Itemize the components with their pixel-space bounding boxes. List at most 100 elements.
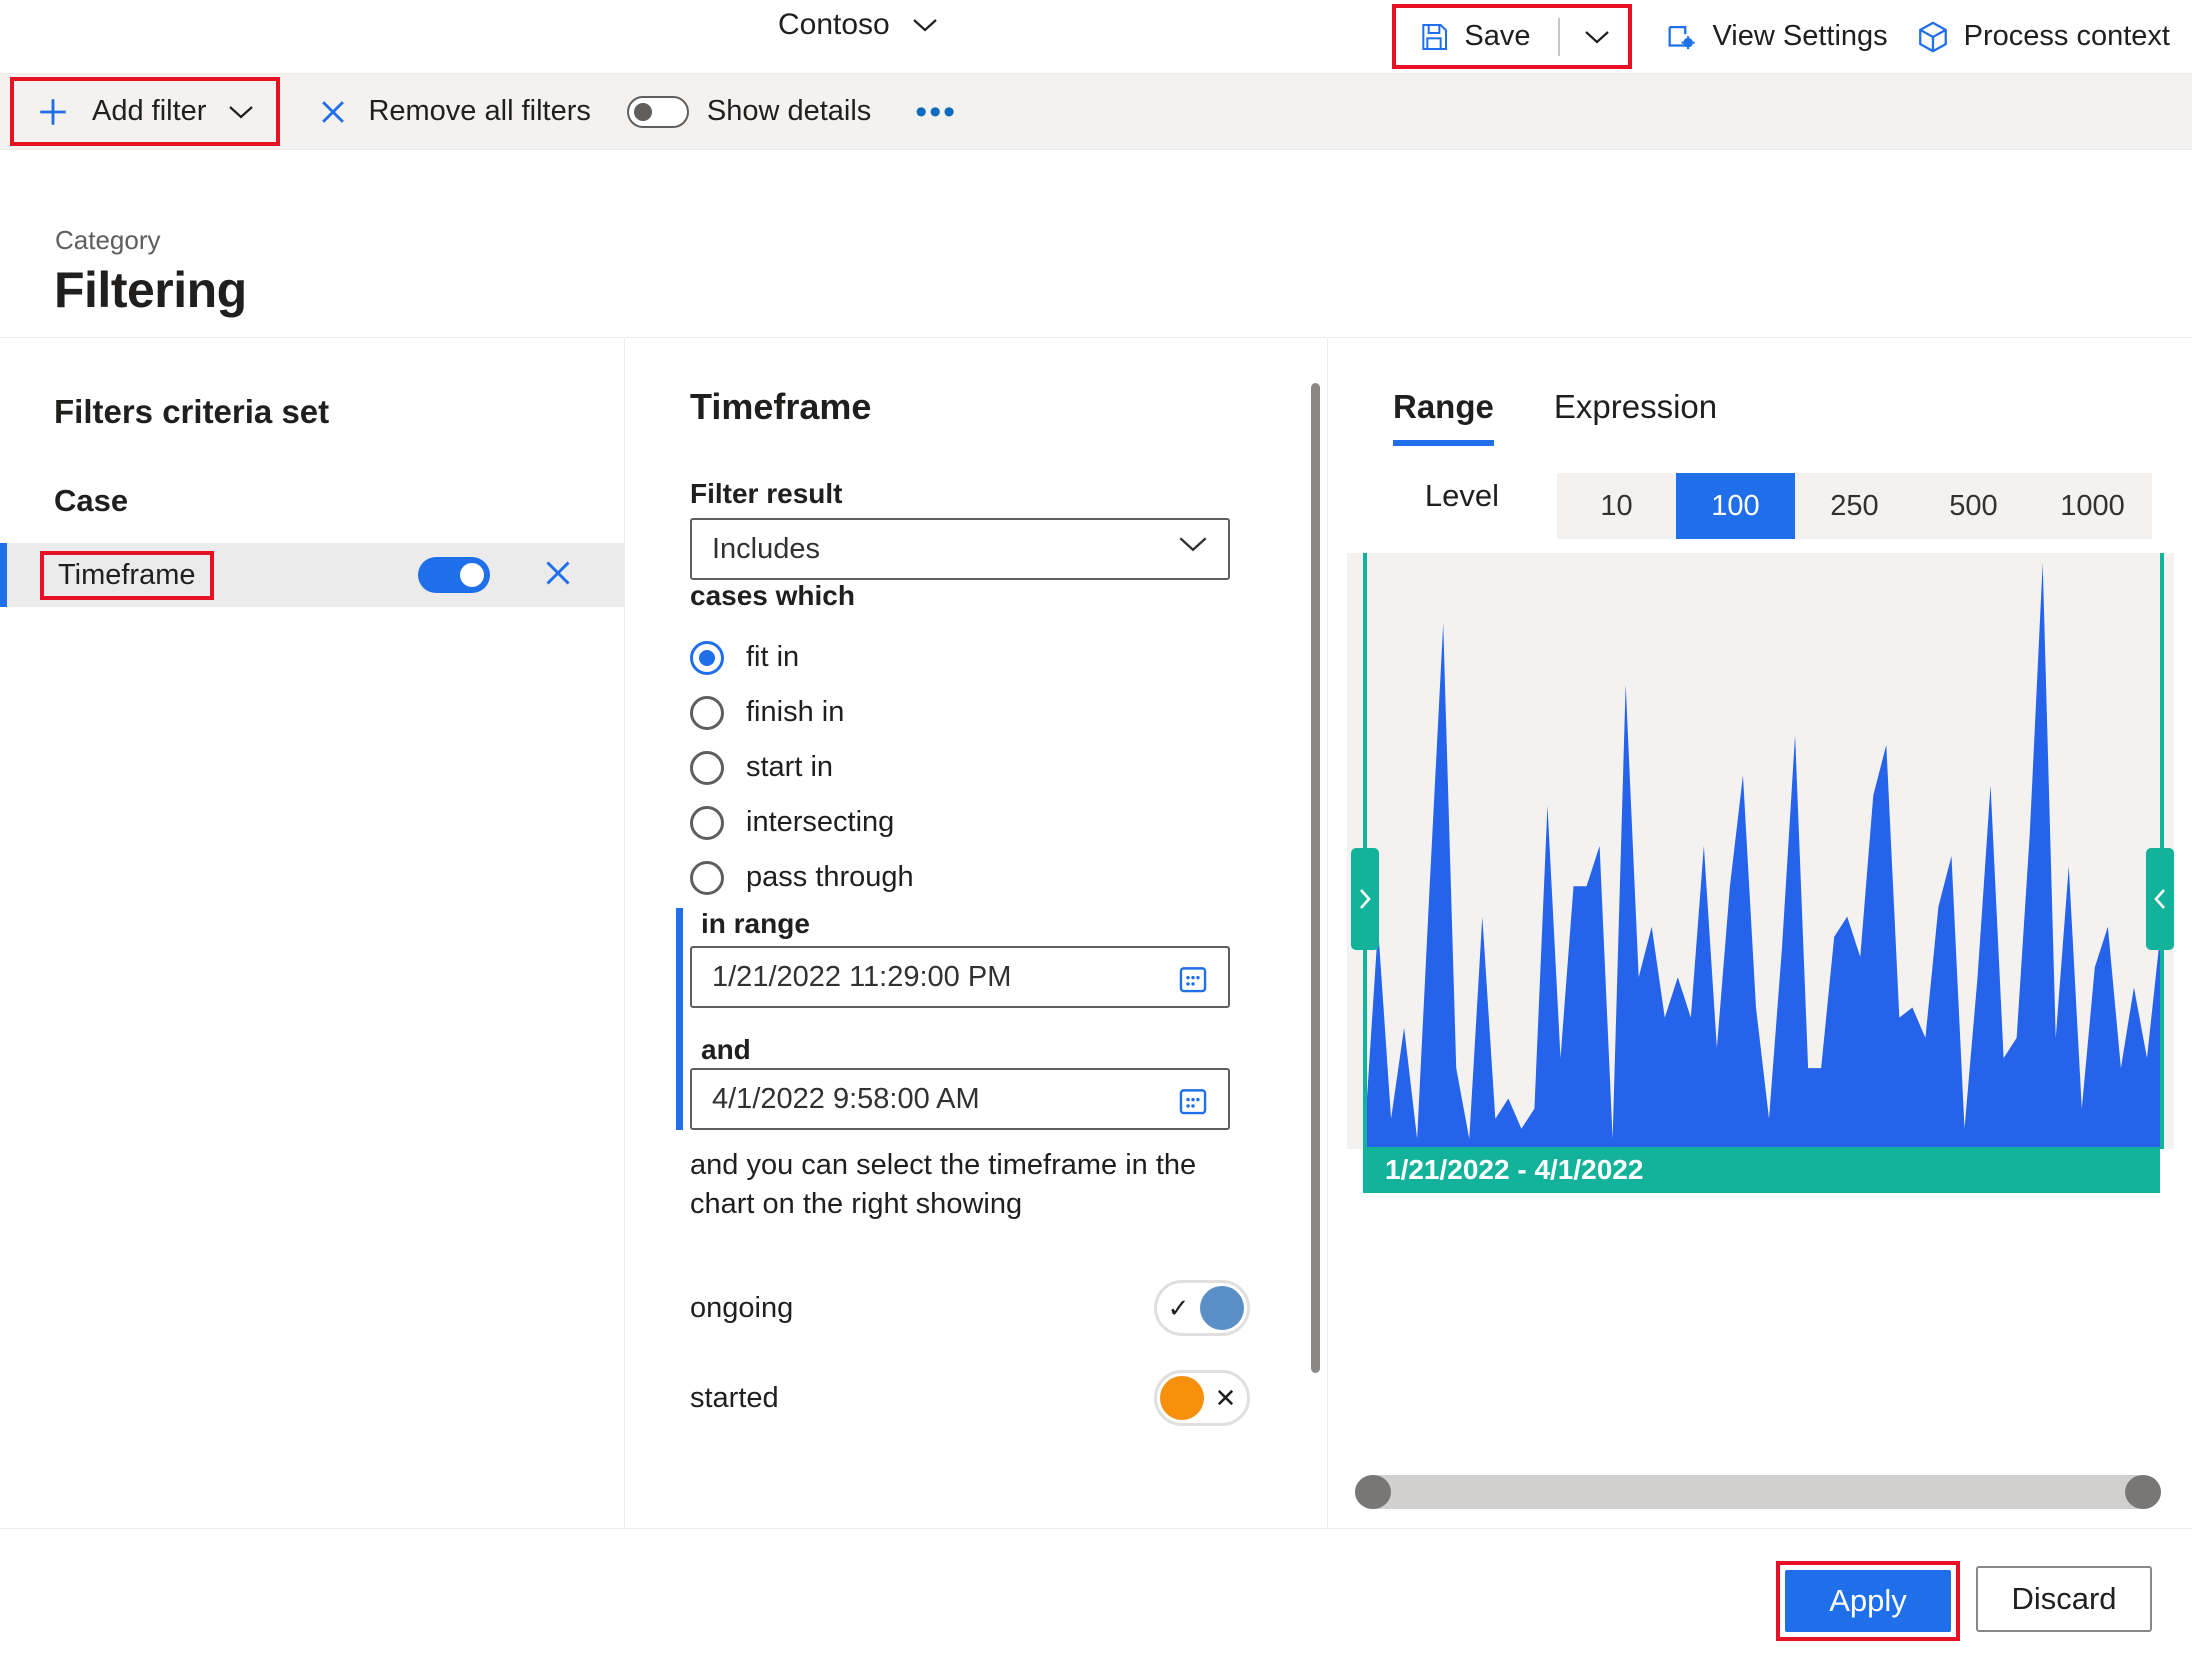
scrollbar-thumb-right[interactable]: [2125, 1475, 2161, 1509]
save-dropdown-button[interactable]: [1574, 21, 1620, 53]
chart-horizontal-scrollbar[interactable]: [1355, 1475, 2161, 1509]
range-panel: Range Expression Level 10 100 250 500 10…: [1329, 338, 2192, 1528]
remove-all-filters-button[interactable]: Remove all filters: [316, 95, 591, 129]
scrollbar-thumb-left[interactable]: [1355, 1475, 1391, 1509]
cases-which-label: cases which: [690, 580, 855, 611]
radio-option-start-in[interactable]: start in: [690, 740, 914, 795]
tab-range[interactable]: Range: [1393, 388, 1494, 446]
started-toggle-knob: [1160, 1376, 1204, 1420]
selection-range-label: 1/21/2022 - 4/1/2022: [1385, 1154, 1644, 1185]
radio-button[interactable]: [690, 750, 724, 785]
and-label: and: [701, 1034, 751, 1065]
radio-button[interactable]: [690, 640, 724, 675]
radio-button[interactable]: [690, 695, 724, 730]
ongoing-include-toggle[interactable]: ✓: [1154, 1280, 1250, 1336]
command-bar: Add filter Remove all filters Show detai…: [0, 73, 2192, 150]
add-filter-button[interactable]: Add filter: [10, 77, 281, 146]
range-panel-tabs: Range Expression: [1393, 388, 1717, 446]
view-settings-icon: [1664, 20, 1698, 54]
radio-option-fit-in[interactable]: fit in: [690, 630, 914, 685]
filters-panel: Filters criteria set Case Timeframe: [0, 338, 625, 1528]
range-end-input[interactable]: 4/1/2022 9:58:00 AM: [690, 1068, 1230, 1130]
radio-option-finish-in[interactable]: finish in: [690, 685, 914, 740]
discard-button[interactable]: Discard: [1976, 1566, 2152, 1632]
level-selector: 10 100 250 500 1000: [1557, 473, 2152, 539]
range-handle-left[interactable]: [1351, 848, 1379, 950]
ellipsis-icon: •••: [915, 92, 958, 131]
show-details-toggle[interactable]: [626, 95, 689, 128]
ongoing-toggle-knob: [1200, 1286, 1244, 1330]
chart-area-series: [1365, 563, 2160, 1149]
filter-result-value: Includes: [712, 532, 821, 565]
view-settings-label: View Settings: [1712, 20, 1888, 52]
radio-label: start in: [746, 751, 834, 783]
save-button[interactable]: Save: [1404, 12, 1544, 61]
tab-expression[interactable]: Expression: [1554, 388, 1717, 446]
process-context-button[interactable]: Process context: [1902, 12, 2184, 62]
chevron-down-icon: [1584, 29, 1610, 45]
level-option-500[interactable]: 500: [1914, 473, 2033, 539]
cube-icon: [1916, 20, 1950, 54]
range-start-value: 1/21/2022 11:29:00 PM: [712, 960, 1012, 993]
level-option-250[interactable]: 250: [1795, 473, 1914, 539]
range-handle-right[interactable]: [2146, 848, 2174, 950]
selection-indicator: [0, 543, 7, 607]
timeframe-chart[interactable]: 1/21/2022 - 4/1/2022: [1347, 553, 2174, 1193]
page-header: Category Filtering: [0, 150, 2192, 337]
process-context-label: Process context: [1963, 20, 2170, 52]
filters-criteria-title: Filters criteria set: [54, 393, 330, 430]
range-end-value: 4/1/2022 9:58:00 AM: [712, 1082, 980, 1115]
check-icon: ✓: [1167, 1292, 1190, 1323]
show-details-toggle-group[interactable]: Show details: [626, 95, 871, 128]
radio-button[interactable]: [690, 805, 724, 840]
selection-range-bar[interactable]: 1/21/2022 - 4/1/2022: [1363, 1147, 2160, 1193]
page-title: Filtering: [54, 262, 247, 318]
cross-icon: ✕: [1214, 1382, 1237, 1413]
level-option-1000[interactable]: 1000: [2033, 473, 2152, 539]
filter-name-label[interactable]: Timeframe: [40, 550, 214, 600]
calendar-icon[interactable]: [1176, 962, 1210, 996]
chevron-left-icon: [2154, 889, 2165, 909]
category-label: Category: [55, 225, 161, 255]
add-filter-label: Add filter: [92, 95, 207, 127]
apply-button[interactable]: Apply: [1785, 1570, 1951, 1632]
save-floppy-icon: [1418, 21, 1450, 53]
range-accent-bar: [676, 908, 683, 1130]
overflow-menu-button[interactable]: •••: [915, 95, 957, 129]
switch-row-started: started ✕: [690, 1368, 1250, 1428]
level-option-100[interactable]: 100: [1676, 473, 1795, 539]
radio-option-intersecting[interactable]: intersecting: [690, 795, 914, 850]
started-exclude-toggle[interactable]: ✕: [1154, 1370, 1250, 1426]
chevron-right-icon: [1360, 889, 1371, 909]
in-range-label: in range: [701, 908, 810, 939]
tenant-selector[interactable]: Contoso: [778, 8, 938, 42]
radio-label: finish in: [746, 696, 845, 728]
filter-result-select[interactable]: Includes: [690, 518, 1230, 580]
footer-actions: Apply Discard: [0, 1528, 2192, 1653]
filter-enabled-toggle[interactable]: [418, 557, 490, 593]
switch-label-ongoing: ongoing: [690, 1291, 794, 1324]
apply-button-highlight: Apply: [1776, 1561, 1960, 1641]
plus-icon: [36, 95, 70, 129]
switch-label-started: started: [690, 1381, 779, 1414]
close-x-icon[interactable]: [540, 555, 576, 598]
view-settings-button[interactable]: View Settings: [1650, 12, 1901, 62]
top-bar: Contoso Save View Settings Process conte…: [0, 0, 2192, 73]
level-option-10[interactable]: 10: [1557, 473, 1676, 539]
radio-label: pass through: [746, 861, 914, 893]
radio-option-pass-through[interactable]: pass through: [690, 850, 914, 905]
chevron-down-icon: [228, 104, 254, 120]
mid-panel-scrollbar[interactable]: [1311, 383, 1320, 1373]
calendar-icon[interactable]: [1176, 1084, 1210, 1118]
save-label: Save: [1464, 20, 1531, 52]
range-start-input[interactable]: 1/21/2022 11:29:00 PM: [690, 946, 1230, 1008]
switch-row-ongoing: ongoing ✓: [690, 1278, 1250, 1338]
filter-list-item[interactable]: Timeframe: [0, 543, 625, 607]
radio-label: fit in: [746, 641, 800, 673]
remove-all-filters-label: Remove all filters: [368, 95, 591, 127]
main-content: Filters criteria set Case Timeframe Time…: [0, 337, 2192, 1528]
radio-label: intersecting: [746, 806, 895, 838]
chevron-down-icon: [912, 17, 938, 33]
radio-button[interactable]: [690, 860, 724, 895]
chart-helper-text: and you can select the timeframe in the …: [690, 1149, 1197, 1221]
